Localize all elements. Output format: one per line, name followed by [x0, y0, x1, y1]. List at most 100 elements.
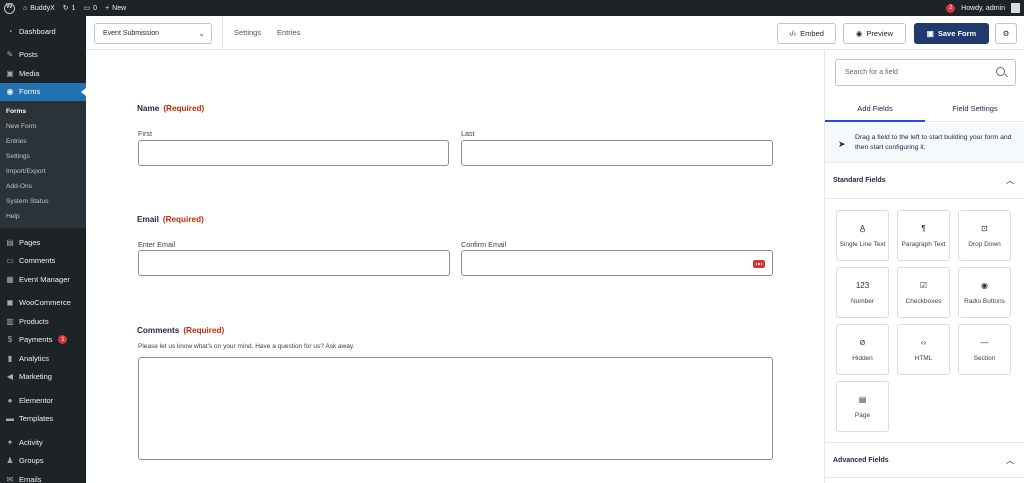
calendar-icon: ▦ — [6, 274, 14, 284]
submenu-add-ons[interactable]: Add-Ons — [0, 179, 86, 194]
sidebar-item-event-manager[interactable]: ▦ Event Manager — [0, 270, 86, 289]
avatar[interactable] — [1011, 3, 1020, 13]
sidebar-item-pages[interactable]: ▤ Pages — [0, 233, 86, 252]
standard-fields-header[interactable]: Standard Fields ︿ — [825, 163, 1024, 199]
chevron-up-icon: ︿ — [1006, 176, 1014, 185]
sidebar-item-activity[interactable]: ✦ Activity — [0, 433, 86, 452]
embed-button[interactable]: ‹/› Embed — [777, 23, 836, 44]
editor-toolbar: Event Submission ⌄ Settings Entries ‹/› E… — [86, 16, 1024, 50]
sidebar-item-woocommerce[interactable]: ◼ WooCommerce — [0, 294, 86, 313]
media-icon: ▣ — [6, 68, 14, 78]
field-tile-radio-buttons[interactable]: ◉ Radio Buttons — [958, 267, 1011, 318]
dropdown-icon: ⊡ — [981, 223, 988, 233]
comments-link[interactable]: ▭ 0 — [84, 0, 98, 16]
account-greeting[interactable]: Howdy, admin — [961, 5, 1005, 12]
groups-icon: ♟ — [6, 456, 14, 466]
settings-link[interactable]: Settings — [234, 28, 261, 37]
sidebar-item-payments[interactable]: $ Payments 1 — [0, 331, 86, 350]
text-icon: A̲ — [859, 223, 866, 233]
submenu-help[interactable]: Help — [0, 209, 86, 224]
field-panel: Search for a field Add Fields Field Sett… — [824, 50, 1024, 483]
submenu-system-status[interactable]: System Status — [0, 194, 86, 209]
updates-link[interactable]: ↻ 1 — [63, 0, 76, 16]
wordpress-logo-icon[interactable] — [4, 2, 15, 14]
forms-icon: ◉ — [6, 87, 14, 97]
advanced-fields-header[interactable]: Advanced Fields ︿ — [825, 442, 1024, 478]
form-canvas: Name (Required) First Last Email (Required… — [86, 50, 824, 483]
new-content-link[interactable]: + New — [105, 0, 126, 16]
comments-field-label: Comments (Required) — [137, 326, 225, 335]
section-icon: — — [980, 337, 989, 347]
woocommerce-icon: ◼ — [6, 298, 14, 308]
tab-field-settings[interactable]: Field Settings — [925, 96, 1024, 121]
save-form-button[interactable]: ▣ Save Form — [914, 23, 989, 44]
field-tile-paragraph-text[interactable]: ¶ Paragraph Text — [897, 210, 950, 261]
sidebar-item-dashboard[interactable]: ◔ Dashboard — [0, 22, 86, 41]
activity-icon: ✦ — [6, 437, 14, 447]
sidebar-item-forms[interactable]: ◉ Forms — [0, 82, 86, 101]
page-icon: ▤ — [858, 394, 867, 404]
code-icon: ‹/› — [789, 29, 797, 38]
form-switcher-select[interactable]: Event Submission ⌄ — [94, 23, 212, 44]
pages-icon: ▤ — [6, 237, 14, 247]
gear-icon: ⚙ — [1002, 29, 1010, 38]
products-icon: ▥ — [6, 316, 14, 326]
enter-email-input[interactable] — [138, 250, 450, 276]
field-tile-html[interactable]: ‹› HTML — [897, 324, 950, 375]
submenu-settings[interactable]: Settings — [0, 149, 86, 164]
sidebar-item-posts[interactable]: ✎ Posts — [0, 46, 86, 65]
drag-hint: ➤ Drag a field to the left to start buil… — [825, 123, 1024, 163]
field-tile-single-line-text[interactable]: A̲ Single Line Text — [836, 210, 889, 261]
cursor-icon: ➤ — [838, 139, 846, 149]
home-icon: ⌂ — [23, 4, 28, 12]
first-name-label: First — [138, 129, 152, 138]
forms-submenu: Forms New Form Entries Settings Import/E… — [0, 101, 86, 228]
field-search-input[interactable]: Search for a field — [835, 59, 1016, 86]
sidebar-item-elementor[interactable]: ● Elementor — [0, 391, 86, 410]
confirm-email-input[interactable] — [461, 250, 773, 276]
elementor-icon: ● — [7, 395, 13, 405]
sidebar-item-products[interactable]: ▥ Products — [0, 312, 86, 331]
field-tile-drop-down[interactable]: ⊡ Drop Down — [958, 210, 1011, 261]
comments-icon: ▭ — [6, 256, 14, 266]
toolbar-divider — [222, 16, 223, 50]
sidebar-item-marketing[interactable]: ◀ Marketing — [0, 368, 86, 387]
field-tile-checkboxes[interactable]: ☑ Checkboxes — [897, 267, 950, 318]
sidebar-item-comments[interactable]: ▭ Comments — [0, 252, 86, 271]
comment-icon: ▭ — [83, 5, 91, 12]
settings-gear-button[interactable]: ⚙ — [995, 23, 1017, 44]
first-name-input[interactable] — [138, 140, 449, 166]
field-tile-section[interactable]: — Section — [958, 324, 1011, 375]
field-tile-page[interactable]: ▤ Page — [836, 381, 889, 432]
dashboard-icon: ◔ — [7, 26, 13, 36]
sidebar-item-emails[interactable]: ✉ Emails — [0, 470, 86, 483]
payments-icon: $ — [7, 335, 13, 345]
last-name-label: Last — [461, 129, 475, 138]
sidebar-item-analytics[interactable]: ▮ Analytics — [0, 349, 86, 368]
marketing-icon: ◀ — [6, 372, 14, 382]
submenu-new-form[interactable]: New Form — [0, 119, 86, 134]
submenu-import-export[interactable]: Import/Export — [0, 164, 86, 179]
sidebar-item-media[interactable]: ▣ Media — [0, 64, 86, 83]
site-name-link[interactable]: ⌂ BuddyX — [23, 0, 55, 16]
updates-icon: ↻ — [62, 5, 69, 12]
tab-add-fields[interactable]: Add Fields — [825, 96, 925, 122]
last-name-input[interactable] — [461, 140, 773, 166]
emails-icon: ✉ — [6, 474, 14, 483]
sidebar-item-templates[interactable]: ▬ Templates — [0, 410, 86, 429]
paragraph-icon: ¶ — [921, 223, 926, 233]
submenu-forms[interactable]: Forms — [0, 104, 86, 119]
submenu-entries[interactable]: Entries — [0, 134, 86, 149]
entries-link[interactable]: Entries — [277, 28, 300, 37]
notification-badge[interactable]: 2 — [946, 3, 956, 13]
comments-description: Please let us know what's on your mind. … — [138, 343, 355, 350]
preview-button[interactable]: ◉ Preview — [843, 23, 906, 44]
comments-textarea[interactable] — [138, 357, 773, 460]
number-icon: 123 — [855, 280, 870, 290]
more-options-icon[interactable] — [753, 260, 765, 268]
admin-bar: ⌂BuddyX ↻1 ▭0 +New 2 Howdy, admin — [0, 0, 1024, 16]
field-tile-number[interactable]: 123 Number — [836, 267, 889, 318]
sidebar-item-groups[interactable]: ♟ Groups — [0, 452, 86, 471]
code-icon: ‹› — [920, 337, 927, 347]
field-tile-hidden[interactable]: ⊘ Hidden — [836, 324, 889, 375]
